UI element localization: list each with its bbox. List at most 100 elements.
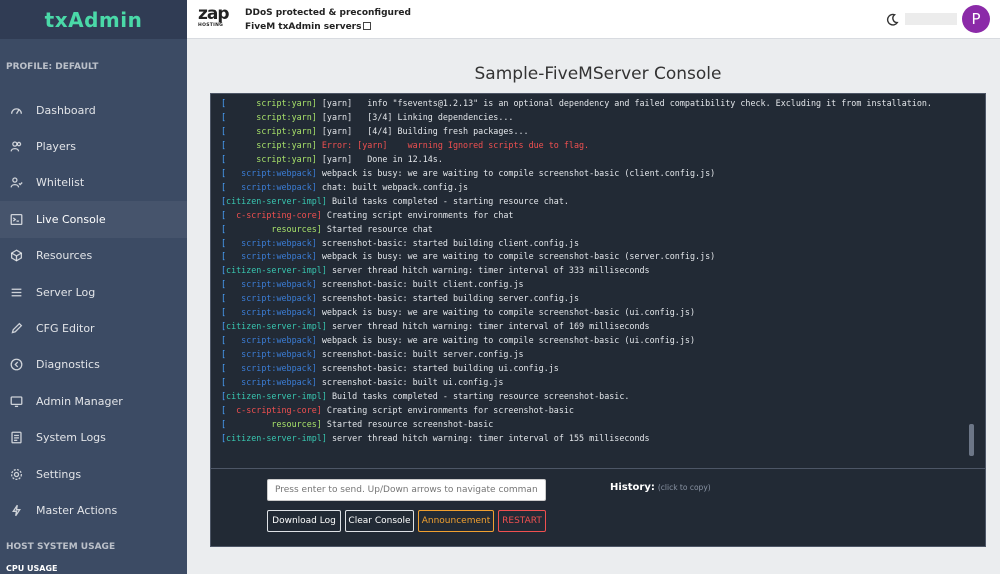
console-line: [ script:yarn] [yarn] [4/4] Building fre… <box>221 125 973 139</box>
lightning-icon <box>8 502 24 518</box>
sidebar-item-label: Dashboard <box>36 103 96 117</box>
console-line-text: Creating script environments for chat <box>326 209 514 220</box>
history-label: History: <box>610 482 655 493</box>
console-line: [citizen-server-impl] server thread hitc… <box>221 264 973 278</box>
console-line-text: screenshot-basic: started building clien… <box>321 237 580 248</box>
console-line: [ resources] Started resource screenshot… <box>221 418 973 432</box>
sidebar-item-system-logs[interactable]: System Logs <box>0 420 187 456</box>
command-input[interactable] <box>267 479 546 501</box>
console-line-text: Started resource screenshot-basic <box>326 418 494 429</box>
console-line-text: Started resource chat <box>326 223 433 234</box>
console-line: [ script:yarn] [yarn] Done in 12.14s. <box>221 153 973 167</box>
console-line: [ c-scripting-core] Creating script envi… <box>221 404 973 418</box>
console-line-tag: script:yarn] <box>226 98 317 108</box>
sidebar-item-master-actions[interactable]: Master Actions <box>0 492 187 528</box>
console-line-tag: script:yarn] <box>226 153 317 164</box>
moon-icon[interactable] <box>885 12 899 26</box>
console-line-text: webpack is busy: we are waiting to compi… <box>321 167 716 178</box>
console-line: [ script:webpack] screenshot-basic: buil… <box>221 348 973 362</box>
console-line-tag: script:webpack] <box>226 363 317 374</box>
monitor-icon <box>8 393 24 409</box>
download-log-button[interactable]: Download Log <box>267 510 341 532</box>
console-line-tag: script:webpack] <box>226 307 317 318</box>
console-scrollbar[interactable] <box>969 424 974 456</box>
console-line: [citizen-server-impl] Build tasks comple… <box>221 390 973 404</box>
console-line: [ script:webpack] screenshot-basic: star… <box>221 292 973 306</box>
sidebar-item-live-console[interactable]: Live Console <box>0 201 187 238</box>
console-line-tag: script:webpack] <box>226 251 317 262</box>
cpu-usage-label: CPU USAGE <box>6 563 58 573</box>
sidebar-item-settings[interactable]: Settings <box>0 456 187 492</box>
avatar[interactable]: P <box>962 5 990 33</box>
page-title: Sample-FiveMServer Console <box>474 64 722 84</box>
sidebar-item-admin-manager[interactable]: Admin Manager <box>0 383 187 419</box>
sidebar-item-diagnostics[interactable]: Diagnostics <box>0 347 187 383</box>
console-line-tag: citizen-server-impl] <box>226 432 327 443</box>
console-line: [ c-scripting-core] Creating script envi… <box>221 209 973 223</box>
announcement-button[interactable]: Announcement <box>418 510 494 532</box>
brand-text: txAdmin <box>44 7 143 32</box>
clear-console-button[interactable]: Clear Console <box>345 510 414 532</box>
console-line-text: screenshot-basic: started building serve… <box>321 293 580 304</box>
sidebar-item-label: Whitelist <box>36 176 85 190</box>
console-line-text: webpack is busy: we are waiting to compi… <box>321 335 695 346</box>
gear-icon <box>8 466 24 482</box>
sidebar-item-label: Players <box>36 140 76 154</box>
console-line: [ script:webpack] webpack is busy: we ar… <box>221 334 973 348</box>
zap-logo-text: zap <box>198 4 230 24</box>
sidebar-item-players[interactable]: Players <box>0 128 187 164</box>
console-line-tag: resources] <box>226 223 322 234</box>
document-icon <box>8 430 24 446</box>
console-line-tag: script:webpack] <box>226 181 317 192</box>
console-line: [ script:webpack] webpack is busy: we ar… <box>221 306 973 320</box>
console-line: [citizen-server-impl] Build tasks comple… <box>221 195 973 209</box>
console-line-text: Build tasks completed - starting resourc… <box>331 195 569 206</box>
console-line-text: Build tasks completed - starting resourc… <box>331 391 630 402</box>
console-line-text: webpack is busy: we are waiting to compi… <box>321 307 695 318</box>
console-line-tag: c-scripting-core] <box>226 404 322 415</box>
console-line-text: server thread hitch warning: timer inter… <box>331 321 650 332</box>
console-line-tag: script:webpack] <box>226 377 317 388</box>
puzzle-icon <box>8 248 24 264</box>
console-line: [ script:webpack] screenshot-basic: star… <box>221 237 973 251</box>
restart-button[interactable]: RESTART <box>498 510 546 532</box>
sidebar-item-label: Resources <box>36 249 93 263</box>
console-line-text: server thread hitch warning: timer inter… <box>331 265 650 276</box>
console-line-tag: script:yarn] <box>226 125 317 136</box>
console-line-tag: script:yarn] <box>226 139 317 150</box>
promo-line-1: DDoS protected & preconfigured <box>245 8 411 18</box>
top-header: zap HOSTING DDoS protected & preconfigur… <box>187 0 1000 39</box>
console-line-text: [yarn] Done in 12.14s. <box>321 153 443 164</box>
sidebar-item-dashboard[interactable]: Dashboard <box>0 92 187 128</box>
host-usage-title: HOST SYSTEM USAGE <box>6 541 116 552</box>
console-line: [ script:yarn] [yarn] info "fsevents@1.2… <box>221 97 973 111</box>
brand-logo[interactable]: txAdmin <box>0 0 187 39</box>
history-section: History: (click to copy) <box>610 482 711 493</box>
zap-hosting-logo[interactable]: zap HOSTING <box>198 4 230 32</box>
console-line-tag: script:webpack] <box>226 279 317 290</box>
sidebar-item-label: Live Console <box>36 212 106 226</box>
pencil-icon <box>8 321 24 337</box>
promo-link[interactable]: DDoS protected & preconfigured FiveM txA… <box>245 6 411 34</box>
console-line-text: screenshot-basic: built server.config.js <box>321 349 524 360</box>
sidebar-item-label: CFG Editor <box>36 322 95 336</box>
sidebar-item-whitelist[interactable]: Whitelist <box>0 165 187 201</box>
console-line: [ resources] Started resource chat <box>221 223 973 237</box>
console-line: [ script:webpack] chat: built webpack.co… <box>221 181 973 195</box>
console-line-tag: citizen-server-impl] <box>226 391 327 402</box>
terminal-icon <box>8 211 24 227</box>
console-line-text: webpack is busy: we are waiting to compi… <box>321 251 716 262</box>
console-line-tag: script:webpack] <box>226 237 317 248</box>
sidebar-item-label: System Logs <box>36 431 106 445</box>
people-icon <box>8 139 24 155</box>
console-line-text: screenshot-basic: started building ui.co… <box>321 363 559 374</box>
console-output[interactable]: [ script:yarn] [yarn] info "fsevents@1.2… <box>221 97 973 460</box>
user-name[interactable] <box>905 13 957 25</box>
console-line: [citizen-server-impl] server thread hitc… <box>221 432 973 446</box>
sidebar-item-resources[interactable]: Resources <box>0 238 187 274</box>
promo-line-2: FiveM txAdmin servers <box>245 22 362 32</box>
sidebar: txAdmin PROFILE: DEFAULT Dashboard Player… <box>0 0 187 574</box>
sidebar-item-server-log[interactable]: Server Log <box>0 274 187 310</box>
sidebar-item-cfg-editor[interactable]: CFG Editor <box>0 310 187 346</box>
profile-title: PROFILE: DEFAULT <box>6 62 99 72</box>
